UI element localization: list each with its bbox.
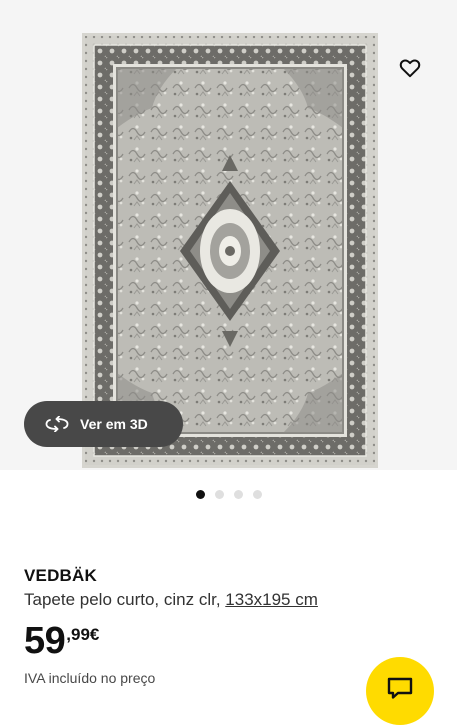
product-size-link[interactable]: 133x195 cm <box>225 590 318 609</box>
carousel-indicators <box>0 490 457 504</box>
price-decimal: ,99€ <box>66 625 100 644</box>
product-name: VEDBÄK <box>24 566 97 585</box>
carousel-dot[interactable] <box>233 490 243 499</box>
product-image-gallery[interactable]: Ver em 3D <box>0 0 457 470</box>
view-3d-button[interactable]: Ver em 3D <box>24 401 183 447</box>
view-3d-label: Ver em 3D <box>80 416 148 432</box>
carousel-dot[interactable] <box>214 490 224 499</box>
chat-icon <box>387 677 413 704</box>
vat-note: IVA incluído no preço <box>24 670 156 686</box>
heart-outline-icon <box>399 58 421 83</box>
price-integer: 59 <box>24 620 66 662</box>
product-description-text: Tapete pelo curto, cinz clr, <box>24 590 221 609</box>
favorite-button[interactable] <box>395 55 425 85</box>
product-price: 59 ,99€ <box>24 620 99 664</box>
product-description: Tapete pelo curto, cinz clr, 133x195 cm <box>24 590 318 610</box>
rotate-3d-icon <box>44 415 70 433</box>
carousel-dot[interactable] <box>252 490 262 499</box>
carousel-dot[interactable] <box>195 490 205 499</box>
chat-button[interactable] <box>366 657 434 725</box>
